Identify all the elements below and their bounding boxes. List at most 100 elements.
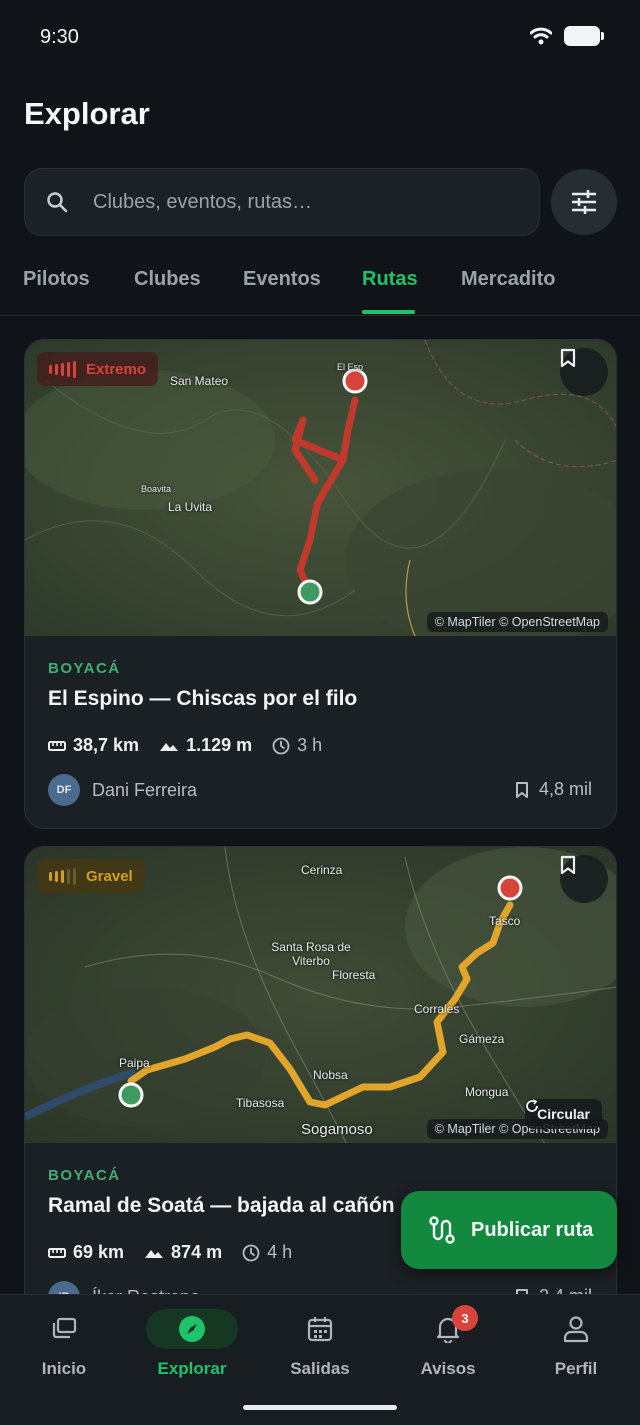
map-label: Tibasosa: [236, 1096, 285, 1110]
person-icon: [530, 1309, 622, 1349]
publish-route-label: Publicar ruta: [471, 1218, 594, 1241]
saves-count: 4,8 mil: [538, 779, 592, 799]
nav-label: Avisos: [420, 1359, 476, 1378]
nav-label: Explorar: [157, 1359, 227, 1378]
mountain-icon: [145, 1249, 164, 1258]
distance-stat: 38,7 km: [48, 735, 139, 756]
map-label: Nobsa: [313, 1068, 348, 1082]
status-icons: [530, 26, 604, 46]
route-region: BOYACÁ: [48, 660, 121, 677]
nav-label: Inicio: [41, 1359, 87, 1378]
map-label: Cerinza: [301, 863, 343, 877]
route-map[interactable]: San Mateo La Uvita El Esp Boavita Extrem…: [25, 340, 616, 636]
difficulty-bars-icon: [49, 360, 76, 378]
search-input[interactable]: Clubes, eventos, rutas…: [24, 168, 540, 236]
route-name: El Espino — Chiscas por el filo: [48, 687, 358, 710]
map-attribution[interactable]: © MapTiler © OpenStreetMap: [426, 612, 608, 632]
map-label: Corrales: [414, 1002, 460, 1016]
route-map[interactable]: Cerinza Santa Rosa de Viterbo Floresta P…: [25, 847, 616, 1143]
route-icon: [429, 1216, 455, 1244]
route-card[interactable]: San Mateo La Uvita El Esp Boavita Extrem…: [24, 339, 617, 829]
bookmark-icon: [515, 781, 528, 798]
sliders-icon: [572, 190, 596, 214]
map-label: Mongua: [465, 1085, 509, 1099]
duration-value: 4 h: [267, 1242, 293, 1262]
clock-icon: [272, 737, 290, 754]
distance-value: 38,7 km: [73, 735, 140, 755]
elevation-value: 1.129 m: [186, 735, 253, 755]
status-time: 9:30: [40, 26, 79, 48]
duration-stat: 3 h: [272, 735, 322, 756]
elevation-value: 874 m: [171, 1242, 223, 1262]
ruler-icon: [48, 1247, 66, 1258]
route-stats: 69 km 874 m 4 h: [48, 1242, 312, 1263]
nav-explorar[interactable]: Explorar: [128, 1295, 256, 1395]
nav-avisos[interactable]: 3 Avisos: [384, 1295, 512, 1395]
tab-mercadito[interactable]: Mercadito: [461, 268, 555, 291]
route-saves: 4,8 mil: [515, 779, 592, 800]
publish-route-button[interactable]: Publicar ruta: [401, 1191, 617, 1269]
nav-label: Salidas: [290, 1359, 350, 1378]
difficulty-label: Gravel: [86, 867, 133, 885]
save-route-button[interactable]: [560, 855, 608, 903]
nav-salidas[interactable]: Salidas: [256, 1295, 384, 1395]
map-label: Paipa: [119, 1056, 150, 1070]
nav-perfil[interactable]: Perfil: [512, 1295, 640, 1395]
difficulty-label: Extremo: [86, 360, 147, 378]
filter-button[interactable]: [551, 169, 617, 235]
map-label: Santa Rosa de Viterbo: [271, 940, 351, 968]
tab-clubes[interactable]: Clubes: [134, 268, 201, 291]
bell-icon: 3: [402, 1305, 494, 1349]
category-tabs: Pilotos Clubes Eventos Rutas Mercadito: [0, 250, 640, 316]
tab-eventos[interactable]: Eventos: [243, 268, 321, 291]
route-name: Ramal de Soatá — bajada al cañón: [48, 1194, 395, 1217]
map-label: Gámeza: [459, 1032, 505, 1046]
save-route-button[interactable]: [560, 348, 608, 396]
circular-label: Circular: [537, 1106, 590, 1122]
elevation-stat: 874 m: [144, 1242, 222, 1263]
bookmark-icon: [560, 348, 576, 368]
duration-stat: 4 h: [242, 1242, 292, 1263]
page-title: Explorar: [24, 96, 150, 131]
mountain-icon: [160, 742, 179, 751]
distance-value: 69 km: [73, 1242, 125, 1262]
avatar: DF: [48, 774, 80, 806]
bookmark-icon: [560, 855, 576, 875]
map-label: El Esp: [337, 362, 364, 372]
route-stats: 38,7 km 1.129 m 3 h: [48, 735, 342, 756]
difficulty-badge: Gravel: [37, 859, 145, 893]
route-author[interactable]: DF Dani Ferreira: [48, 774, 197, 806]
tab-pilotos[interactable]: Pilotos: [23, 268, 90, 291]
home-stack-icon: [18, 1309, 110, 1349]
clock-icon: [242, 1244, 260, 1261]
calendar-icon: [274, 1309, 366, 1349]
route-region: BOYACÁ: [48, 1167, 121, 1184]
nav-label: Perfil: [554, 1359, 598, 1378]
difficulty-badge: Extremo: [37, 352, 159, 386]
circular-badge: Circular: [525, 1099, 602, 1129]
duration-value: 3 h: [297, 735, 323, 755]
nav-inicio[interactable]: Inicio: [0, 1295, 128, 1395]
wifi-icon: [530, 27, 552, 45]
map-label: Boavita: [141, 484, 172, 494]
loop-icon: [526, 1099, 538, 1112]
compass-icon: [146, 1309, 238, 1349]
map-label: San Mateo: [170, 374, 229, 388]
map-label: Tasco: [489, 914, 521, 928]
map-label: Floresta: [332, 968, 376, 982]
search-placeholder: Clubes, eventos, rutas…: [93, 190, 312, 213]
difficulty-bars-icon: [49, 867, 76, 885]
notification-badge: 3: [452, 1305, 478, 1331]
active-tab-indicator: [362, 310, 415, 314]
elevation-stat: 1.129 m: [159, 735, 252, 756]
search-icon: [43, 188, 71, 216]
status-bar: 9:30: [0, 0, 640, 76]
tab-rutas[interactable]: Rutas: [362, 268, 418, 291]
author-name: Dani Ferreira: [92, 779, 198, 800]
battery-icon: [564, 26, 604, 46]
ruler-icon: [48, 740, 66, 751]
map-label: Sogamoso: [301, 1121, 373, 1138]
home-indicator[interactable]: [243, 1405, 397, 1410]
distance-stat: 69 km: [48, 1242, 124, 1263]
map-label: La Uvita: [168, 500, 213, 514]
